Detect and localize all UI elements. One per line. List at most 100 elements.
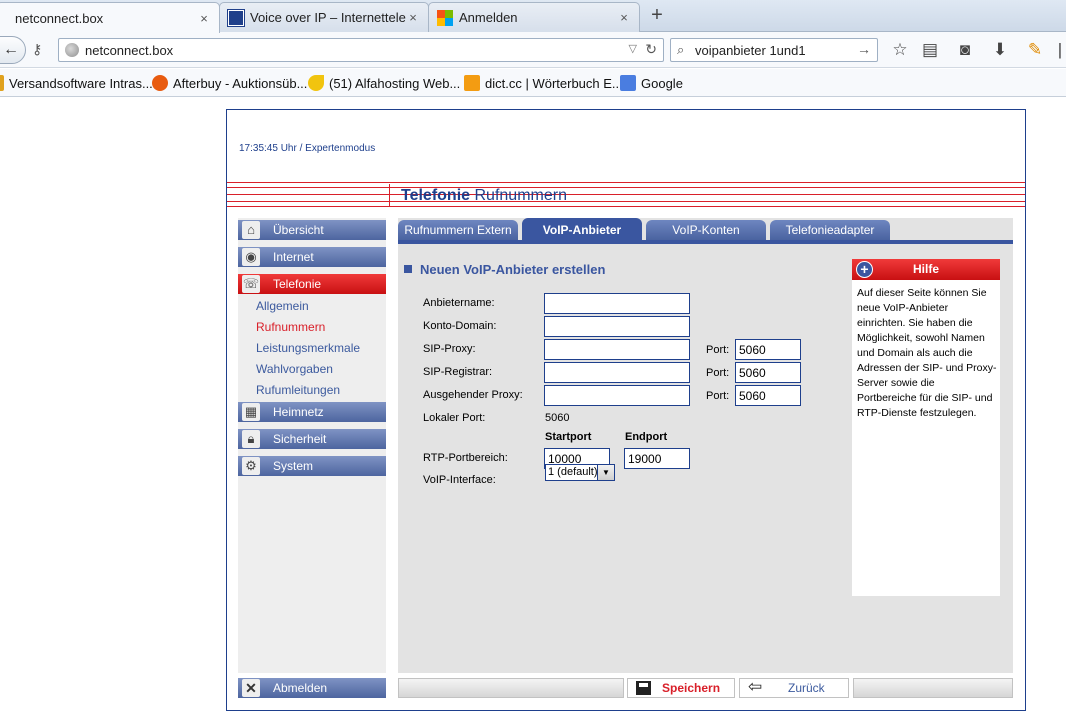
- startport-header: Startport: [545, 431, 592, 443]
- sidebar-item-label: Telefonie: [273, 277, 322, 291]
- tab-voip-anbieter[interactable]: VoIP-Anbieter: [522, 218, 642, 242]
- bookmark-favicon-icon: [464, 75, 480, 91]
- reload-icon[interactable]: ↻: [645, 41, 657, 58]
- section-title: Neuen VoIP-Anbieter erstellen: [404, 262, 605, 277]
- bookmark-favicon-icon: [0, 75, 4, 91]
- sip-proxy-input[interactable]: [544, 339, 690, 360]
- close-icon[interactable]: ×: [197, 11, 211, 26]
- sidebar-item-label: Übersicht: [273, 223, 324, 237]
- sidebar-subitem-rufnummern[interactable]: Rufnummern: [256, 320, 325, 334]
- dropdown-arrow-icon[interactable]: ▽: [629, 42, 637, 55]
- bookmarks-toolbar: Versandsoftware Intras... Afterbuy - Auk…: [0, 69, 1066, 97]
- tab-telefonieadapter[interactable]: Telefonieadapter: [770, 220, 890, 240]
- tab-title: Anmelden: [459, 10, 518, 25]
- bookmark-dictcc[interactable]: dict.cc | Wörterbuch E...: [464, 75, 623, 91]
- konto-domain-label: Konto-Domain:: [423, 320, 497, 332]
- outbound-proxy-label: Ausgehender Proxy:: [423, 389, 523, 401]
- browser-tab-voip[interactable]: Voice over IP – Internettele... ×: [219, 2, 429, 32]
- help-box: + Hilfe Auf dieser Seite können Sie neue…: [852, 259, 1000, 596]
- sidebar-subitem-leistungsmerkmale[interactable]: Leistungsmerkmale: [256, 341, 360, 355]
- rtp-endport-input[interactable]: [624, 448, 690, 469]
- sip-registrar-label: SIP-Registrar:: [423, 366, 493, 378]
- bookmark-afterbuy[interactable]: Afterbuy - Auktionsüb...: [152, 75, 307, 91]
- sip-proxy-port-input[interactable]: [735, 339, 801, 360]
- search-icon: ⌕: [677, 42, 685, 57]
- help-text: Auf dieser Seite können Sie neue VoIP-An…: [857, 287, 997, 419]
- browser-tab-anmelden[interactable]: Anmelden ×: [428, 2, 640, 32]
- sidebar-subitem-allgemein[interactable]: Allgemein: [256, 299, 309, 313]
- search-go-arrow-icon[interactable]: →: [857, 41, 871, 57]
- browser-tab-bar: netconnect.box × Voice over IP – Interne…: [0, 0, 1066, 33]
- page-title-section: Telefonie: [401, 187, 471, 204]
- bookmark-google[interactable]: Google: [620, 75, 683, 91]
- sidebar-item-heimnetz[interactable]: ▦ Heimnetz: [238, 402, 386, 422]
- key-icon[interactable]: ⚷: [32, 41, 42, 58]
- sip-registrar-port-input[interactable]: [735, 362, 801, 383]
- sidebar-item-uebersicht[interactable]: ⌂ Übersicht: [238, 220, 386, 240]
- footer-spacer: [853, 678, 1013, 698]
- browser-tab-netconnect[interactable]: netconnect.box ×: [0, 2, 220, 33]
- back-label: Zurück: [788, 681, 825, 695]
- back-arrow-icon[interactable]: ←: [0, 36, 26, 64]
- tab-title: Voice over IP – Internettele...: [250, 10, 406, 25]
- title-separator: [389, 184, 390, 206]
- sip-proxy-label: SIP-Proxy:: [423, 343, 476, 355]
- back-button[interactable]: ⇦ Zurück: [739, 678, 849, 698]
- sidebar-item-sicherheit[interactable]: 🔒︎ Sicherheit: [238, 429, 386, 449]
- url-bar[interactable]: netconnect.box ▽ ↻: [58, 38, 664, 62]
- bookmark-label: Google: [641, 75, 683, 91]
- floppy-disk-icon: [636, 681, 651, 695]
- sidebar-item-internet[interactable]: ◉ Internet: [238, 247, 386, 267]
- header-rule: [227, 194, 1025, 195]
- sidebar-subitem-rufumleitungen[interactable]: Rufumleitungen: [256, 383, 340, 397]
- sidebar-item-telefonie[interactable]: ☏ Telefonie: [238, 274, 386, 294]
- search-bar[interactable]: ⌕ voipanbieter 1und1 →: [670, 38, 878, 62]
- globe-icon: [65, 43, 79, 57]
- outbound-proxy-port-input[interactable]: [735, 385, 801, 406]
- menu-icon[interactable]: |: [1050, 40, 1066, 60]
- bookmark-star-icon[interactable]: ☆: [890, 40, 910, 60]
- pocket-icon[interactable]: ◙: [955, 40, 975, 60]
- lock-icon: 🔒︎: [242, 430, 260, 448]
- bookmark-versandsoftware[interactable]: Versandsoftware Intras...: [0, 75, 153, 91]
- help-header[interactable]: + Hilfe: [852, 259, 1000, 280]
- anbietername-label: Anbietername:: [423, 297, 495, 309]
- sidebar-subitem-wahlvorgaben[interactable]: Wahlvorgaben: [256, 362, 333, 376]
- url-text: netconnect.box: [85, 43, 174, 58]
- new-tab-button[interactable]: +: [646, 4, 668, 26]
- konto-domain-input[interactable]: [544, 316, 690, 337]
- logout-button[interactable]: ✕ Abmelden: [238, 678, 386, 698]
- close-icon[interactable]: ×: [406, 10, 420, 25]
- local-port-value: 5060: [545, 412, 570, 424]
- voip-interface-select[interactable]: 1 (default) ▼: [545, 464, 615, 481]
- endport-header: Endport: [625, 431, 668, 443]
- bookmark-label: dict.cc | Wörterbuch E...: [485, 75, 623, 91]
- sidebar: ⌂ Übersicht ◉ Internet ☏ Telefonie Allge…: [238, 218, 386, 673]
- tab-rufnummern-extern[interactable]: Rufnummern Extern: [398, 220, 518, 240]
- anbietername-input[interactable]: [544, 293, 690, 314]
- header-rule: [227, 187, 1025, 188]
- save-label: Speichern: [662, 681, 721, 695]
- bookmark-alfahosting[interactable]: (51) Alfahosting Web...: [308, 75, 460, 91]
- chevron-down-icon[interactable]: ▼: [597, 465, 614, 480]
- rtp-portbereich-label: RTP-Portbereich:: [423, 452, 508, 464]
- close-icon[interactable]: ×: [617, 10, 631, 25]
- download-arrow-icon[interactable]: ⬇: [990, 40, 1010, 60]
- bookmark-label: Versandsoftware Intras...: [9, 75, 153, 91]
- header-rule: [227, 201, 1025, 202]
- cross-icon: ✕: [242, 679, 260, 697]
- search-input[interactable]: voipanbieter 1und1: [695, 43, 806, 58]
- sip-registrar-input[interactable]: [544, 362, 690, 383]
- tab-voip-konten[interactable]: VoIP-Konten: [646, 220, 766, 240]
- reading-list-icon[interactable]: ▤: [920, 40, 940, 60]
- network-icon: ▦: [242, 403, 260, 421]
- phone-icon: ☏: [242, 275, 260, 293]
- bookmark-favicon-icon: [308, 75, 324, 91]
- header-rule: [227, 206, 1025, 207]
- content-tabs: Rufnummern Extern VoIP-Anbieter VoIP-Kon…: [398, 218, 1013, 244]
- sidebar-item-system[interactable]: ⚙ System: [238, 456, 386, 476]
- pencil-icon[interactable]: ✎: [1025, 40, 1045, 60]
- save-button[interactable]: Speichern: [627, 678, 735, 698]
- outbound-proxy-input[interactable]: [544, 385, 690, 406]
- back-arrow-icon: ⇦: [748, 677, 763, 696]
